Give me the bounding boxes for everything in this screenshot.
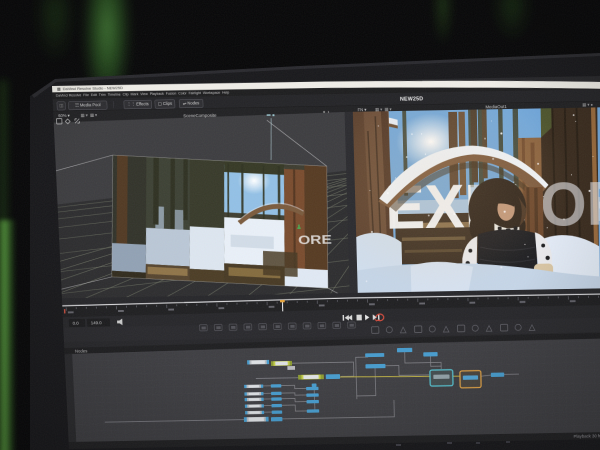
svg-text:ORE: ORE — [298, 232, 332, 247]
svg-text:149.0: 149.0 — [91, 320, 102, 325]
svg-text:0.0: 0.0 — [73, 321, 80, 326]
svg-text:Playback 30 frames: Playback 30 frames — [573, 433, 600, 438]
svg-text:Nodes: Nodes — [75, 348, 88, 353]
